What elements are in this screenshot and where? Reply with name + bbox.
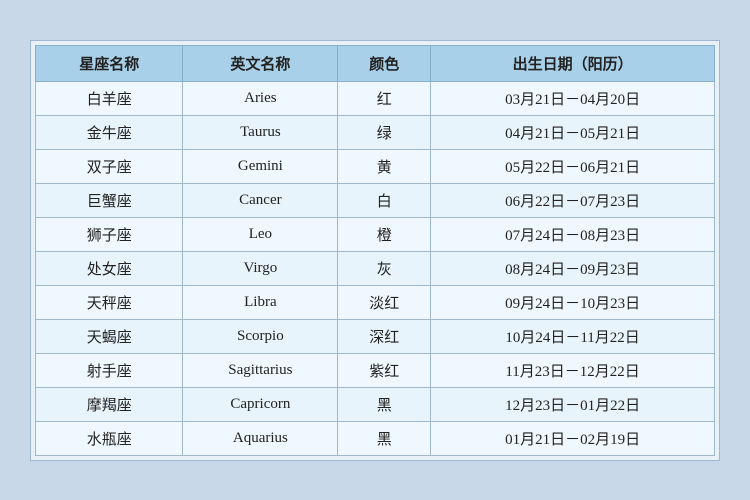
cell-date-0: 03月21日－04月20日 — [431, 81, 715, 115]
cell-date-2: 05月22日－06月21日 — [431, 149, 715, 183]
cell-date-7: 10月24日－11月22日 — [431, 319, 715, 353]
cell-zh-10: 水瓶座 — [36, 421, 183, 455]
cell-zh-3: 巨蟹座 — [36, 183, 183, 217]
cell-en-1: Taurus — [183, 115, 338, 149]
cell-date-5: 08月24日－09月23日 — [431, 251, 715, 285]
cell-color-3: 白 — [338, 183, 431, 217]
cell-en-7: Scorpio — [183, 319, 338, 353]
cell-zh-1: 金牛座 — [36, 115, 183, 149]
cell-date-4: 07月24日－08月23日 — [431, 217, 715, 251]
table-row: 处女座Virgo灰08月24日－09月23日 — [36, 251, 715, 285]
table-row: 摩羯座Capricorn黑12月23日－01月22日 — [36, 387, 715, 421]
table-row: 天蝎座Scorpio深红10月24日－11月22日 — [36, 319, 715, 353]
cell-en-8: Sagittarius — [183, 353, 338, 387]
cell-color-0: 红 — [338, 81, 431, 115]
cell-zh-9: 摩羯座 — [36, 387, 183, 421]
cell-en-2: Gemini — [183, 149, 338, 183]
table-row: 射手座Sagittarius紫红11月23日－12月22日 — [36, 353, 715, 387]
cell-en-6: Libra — [183, 285, 338, 319]
header-date: 出生日期（阳历） — [431, 45, 715, 81]
cell-en-9: Capricorn — [183, 387, 338, 421]
cell-date-9: 12月23日－01月22日 — [431, 387, 715, 421]
table-row: 狮子座Leo橙07月24日－08月23日 — [36, 217, 715, 251]
cell-en-5: Virgo — [183, 251, 338, 285]
cell-color-2: 黄 — [338, 149, 431, 183]
cell-zh-4: 狮子座 — [36, 217, 183, 251]
cell-date-3: 06月22日－07月23日 — [431, 183, 715, 217]
cell-date-8: 11月23日－12月22日 — [431, 353, 715, 387]
cell-en-4: Leo — [183, 217, 338, 251]
cell-color-10: 黑 — [338, 421, 431, 455]
cell-zh-5: 处女座 — [36, 251, 183, 285]
cell-color-4: 橙 — [338, 217, 431, 251]
cell-color-6: 淡红 — [338, 285, 431, 319]
cell-color-5: 灰 — [338, 251, 431, 285]
cell-color-8: 紫红 — [338, 353, 431, 387]
cell-zh-8: 射手座 — [36, 353, 183, 387]
cell-zh-2: 双子座 — [36, 149, 183, 183]
table-row: 金牛座Taurus绿04月21日－05月21日 — [36, 115, 715, 149]
header-zh-name: 星座名称 — [36, 45, 183, 81]
cell-en-10: Aquarius — [183, 421, 338, 455]
table-row: 水瓶座Aquarius黑01月21日－02月19日 — [36, 421, 715, 455]
header-color: 颜色 — [338, 45, 431, 81]
cell-zh-7: 天蝎座 — [36, 319, 183, 353]
cell-date-6: 09月24日－10月23日 — [431, 285, 715, 319]
table-row: 天秤座Libra淡红09月24日－10月23日 — [36, 285, 715, 319]
cell-color-9: 黑 — [338, 387, 431, 421]
cell-date-10: 01月21日－02月19日 — [431, 421, 715, 455]
cell-color-1: 绿 — [338, 115, 431, 149]
table-row: 白羊座Aries红03月21日－04月20日 — [36, 81, 715, 115]
zodiac-table-container: 星座名称 英文名称 颜色 出生日期（阳历） 白羊座Aries红03月21日－04… — [30, 40, 720, 461]
zodiac-table: 星座名称 英文名称 颜色 出生日期（阳历） 白羊座Aries红03月21日－04… — [35, 45, 715, 456]
cell-zh-0: 白羊座 — [36, 81, 183, 115]
cell-en-3: Cancer — [183, 183, 338, 217]
table-row: 巨蟹座Cancer白06月22日－07月23日 — [36, 183, 715, 217]
cell-date-1: 04月21日－05月21日 — [431, 115, 715, 149]
cell-en-0: Aries — [183, 81, 338, 115]
table-body: 白羊座Aries红03月21日－04月20日金牛座Taurus绿04月21日－0… — [36, 81, 715, 455]
cell-color-7: 深红 — [338, 319, 431, 353]
table-header-row: 星座名称 英文名称 颜色 出生日期（阳历） — [36, 45, 715, 81]
table-row: 双子座Gemini黄05月22日－06月21日 — [36, 149, 715, 183]
header-en-name: 英文名称 — [183, 45, 338, 81]
cell-zh-6: 天秤座 — [36, 285, 183, 319]
